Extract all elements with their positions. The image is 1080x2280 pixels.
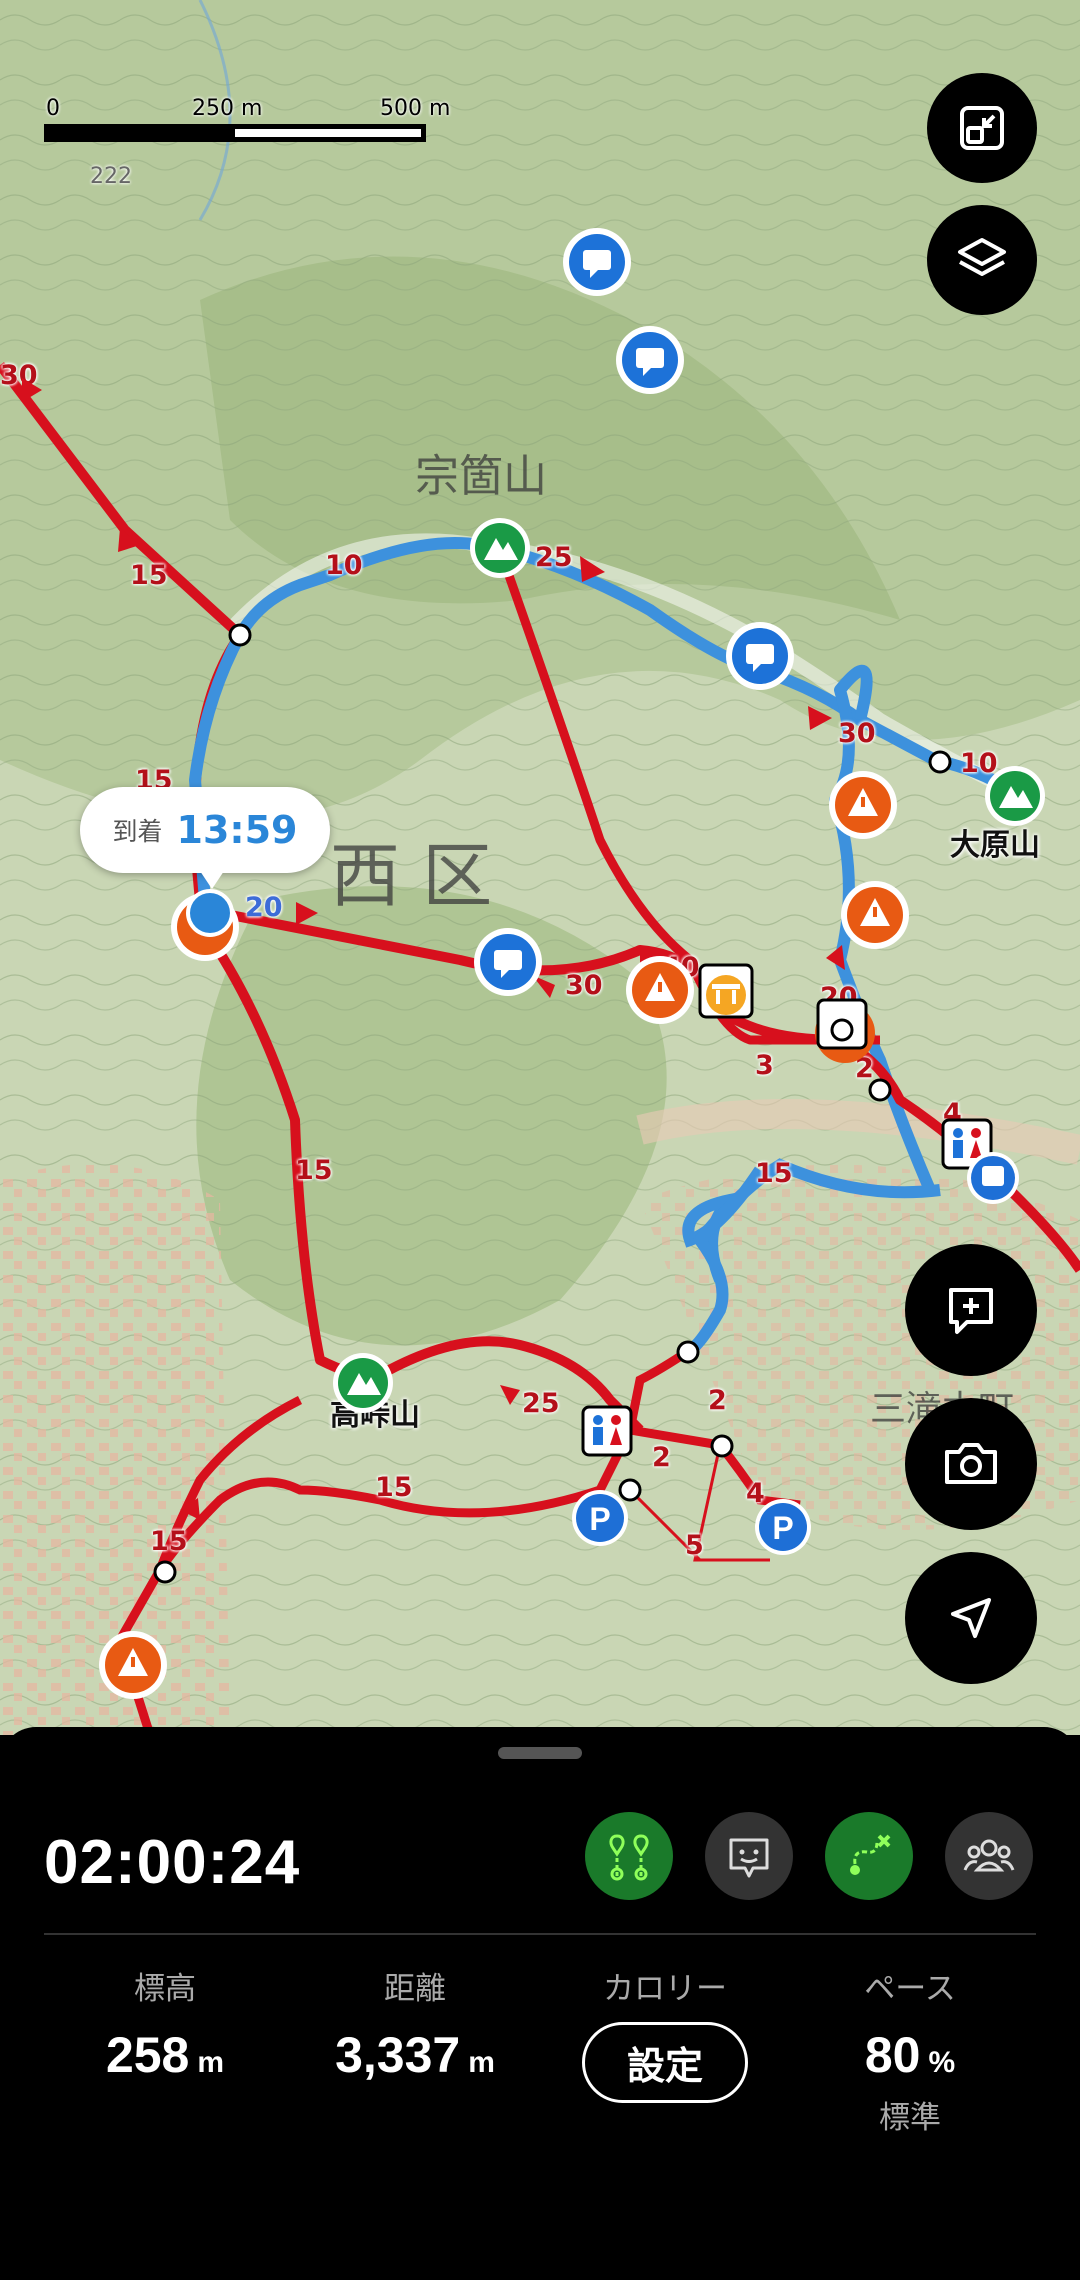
memo-marker[interactable] bbox=[726, 622, 794, 690]
distance-label: 距離 bbox=[384, 1971, 446, 2007]
drag-handle[interactable] bbox=[498, 1747, 582, 1759]
warning-marker[interactable] bbox=[829, 771, 897, 839]
photo-spot-marker[interactable] bbox=[815, 998, 875, 1063]
group-icon bbox=[963, 1839, 1015, 1872]
altitude-unit: m bbox=[197, 2046, 225, 2079]
bus-stop-marker[interactable] bbox=[967, 1152, 1019, 1204]
pace-value: 80 bbox=[864, 2027, 921, 2083]
markers-toggle[interactable] bbox=[585, 1812, 673, 1900]
memo-marker[interactable] bbox=[616, 326, 684, 394]
calorie-stat: カロリー 設定 bbox=[540, 1963, 790, 2103]
pace-stat: ペース 80% 標準 bbox=[785, 1963, 1035, 2137]
peak-marker[interactable] bbox=[333, 1353, 393, 1413]
pace-value-row: 80% bbox=[785, 2026, 1035, 2084]
route-toggle[interactable] bbox=[825, 1812, 913, 1900]
warning-marker[interactable] bbox=[626, 956, 694, 1024]
arrival-label: 到着 bbox=[112, 817, 163, 846]
peak-marker[interactable] bbox=[470, 518, 530, 578]
svg-text:P: P bbox=[772, 1510, 793, 1546]
shrine-marker[interactable] bbox=[698, 963, 754, 1019]
arrival-time: 13:59 bbox=[176, 808, 298, 852]
activity-panel: 02:00:24 標高 258 m 距離 3,337 m カロリー 設定 ペース… bbox=[0, 1727, 1080, 2280]
start-point-marker[interactable] bbox=[171, 889, 239, 961]
elapsed-timer: 02:00:24 bbox=[44, 1828, 301, 1897]
parking-marker[interactable]: P bbox=[572, 1490, 628, 1546]
camera-icon bbox=[945, 1443, 997, 1484]
peak-marker[interactable] bbox=[985, 766, 1045, 826]
fullscreen-exit-button[interactable] bbox=[927, 73, 1037, 183]
toilet-marker[interactable] bbox=[581, 1405, 633, 1457]
parking-marker[interactable]: P bbox=[755, 1499, 811, 1555]
layers-icon bbox=[958, 238, 1006, 276]
altitude-value: 258 bbox=[105, 2027, 190, 2083]
warning-marker[interactable] bbox=[841, 881, 909, 949]
layers-button[interactable] bbox=[927, 205, 1037, 315]
panel-divider bbox=[44, 1933, 1036, 1935]
warning-marker[interactable] bbox=[99, 1631, 167, 1699]
navigate-button[interactable] bbox=[905, 1552, 1037, 1684]
navigate-icon bbox=[951, 1598, 991, 1638]
svg-text:P: P bbox=[589, 1501, 610, 1537]
route-path-icon bbox=[850, 1834, 891, 1875]
group-toggle[interactable] bbox=[945, 1812, 1033, 1900]
add-memo-icon bbox=[949, 1288, 993, 1334]
arrival-time-bubble[interactable]: 到着 13:59 bbox=[80, 787, 330, 889]
altitude-stat: 標高 258 m bbox=[40, 1963, 290, 2084]
altitude-value-row: 258 m bbox=[40, 2026, 290, 2084]
calorie-label: カロリー bbox=[603, 1971, 727, 2007]
mascot-toggle[interactable] bbox=[705, 1812, 793, 1900]
pace-label: ペース bbox=[864, 1971, 956, 2007]
route-markers-icon bbox=[609, 1834, 649, 1881]
pace-unit: % bbox=[928, 2046, 956, 2079]
distance-unit: m bbox=[468, 2046, 495, 2079]
memo-marker[interactable] bbox=[474, 928, 542, 996]
distance-stat: 距離 3,337 m bbox=[290, 1963, 540, 2084]
altitude-label: 標高 bbox=[134, 1971, 196, 2007]
distance-value: 3,337 bbox=[335, 2027, 461, 2083]
calorie-settings-button[interactable]: 設定 bbox=[581, 2022, 748, 2103]
fullscreen-exit-icon bbox=[960, 106, 1004, 150]
add-memo-button[interactable] bbox=[905, 1244, 1037, 1376]
map-view[interactable]: 0 250 m 500 m 222 宗箇山 西 区 三滝本町 大原山 高峠山 3… bbox=[0, 0, 1080, 1735]
camera-button[interactable] bbox=[905, 1398, 1037, 1530]
memo-marker[interactable] bbox=[563, 228, 631, 296]
chat-face-icon bbox=[729, 1838, 769, 1878]
pace-level: 標準 bbox=[879, 2100, 941, 2136]
distance-value-row: 3,337 m bbox=[290, 2026, 540, 2084]
